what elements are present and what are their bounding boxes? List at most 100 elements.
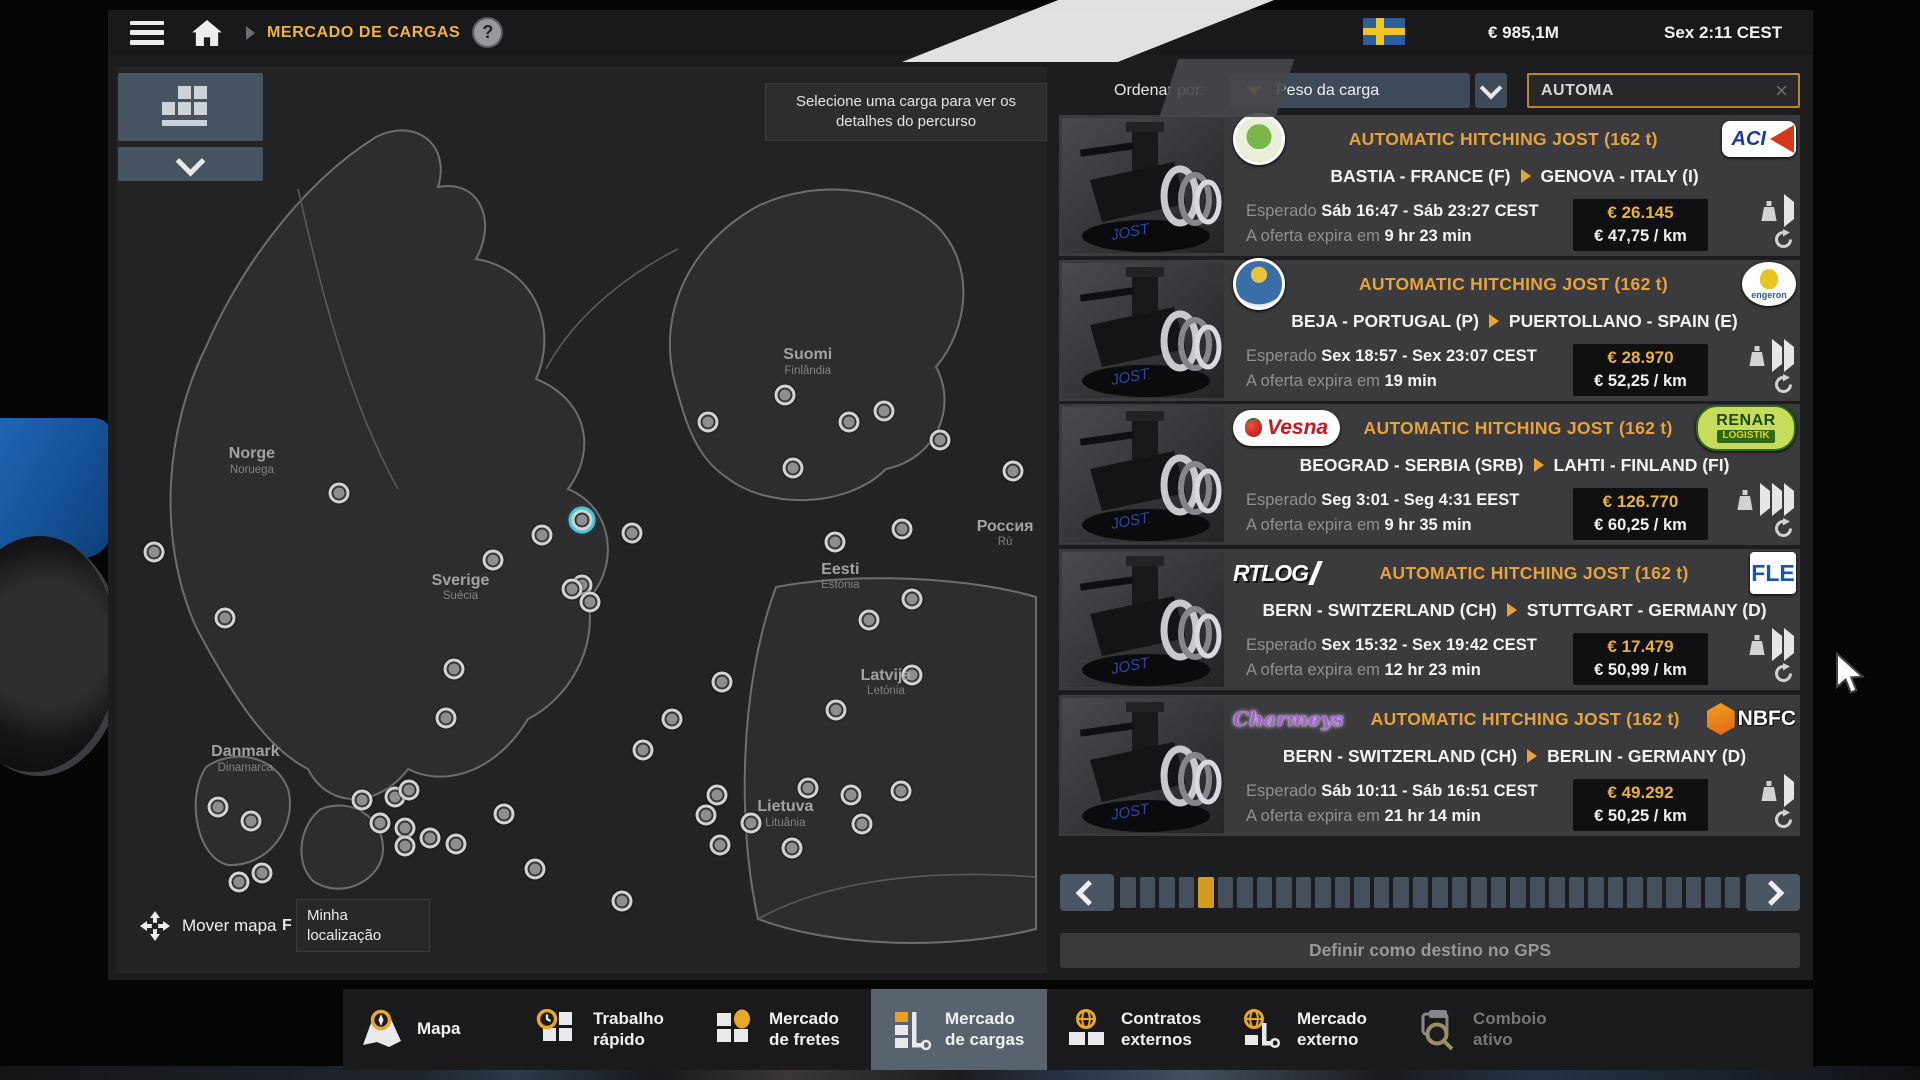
city-dot[interactable] <box>902 664 923 685</box>
page-tick[interactable] <box>1569 877 1585 908</box>
city-dot[interactable] <box>825 700 846 721</box>
page-tick[interactable] <box>1705 877 1721 908</box>
collapse-button[interactable] <box>118 147 263 181</box>
cargo-offer-row[interactable]: JOST Charmeys AUTOMATIC HITCHING JOST (1… <box>1059 695 1800 836</box>
page-tick[interactable] <box>1588 877 1604 908</box>
city-dot[interactable] <box>696 805 717 826</box>
city-dot[interactable] <box>214 607 235 628</box>
city-dot[interactable] <box>661 709 682 730</box>
page-tick[interactable] <box>1198 877 1214 908</box>
page-tick[interactable] <box>1608 877 1624 908</box>
page-tick[interactable] <box>1237 877 1253 908</box>
sort-expand-button[interactable] <box>1475 73 1507 108</box>
city-dot[interactable] <box>252 863 273 884</box>
city-dot[interactable] <box>399 779 420 800</box>
menu-icon[interactable] <box>130 21 164 45</box>
cargo-offer-row[interactable]: JOST AUTOMATIC HITCHING JOST (162 t) eng… <box>1059 260 1800 401</box>
map-area[interactable]: NorgeNoruega SverigeSuécia SuomiFinlândi… <box>116 67 1047 973</box>
city-dot[interactable] <box>902 588 923 609</box>
city-dot[interactable] <box>710 835 731 856</box>
page-tick[interactable] <box>1549 877 1565 908</box>
page-tick[interactable] <box>1491 877 1507 908</box>
nav-item-mercado-de-cargas[interactable]: Mercado de cargas <box>871 989 1047 1070</box>
city-dot[interactable] <box>445 834 466 855</box>
city-dot[interactable] <box>562 578 583 599</box>
city-dot[interactable] <box>351 789 372 810</box>
city-dot[interactable] <box>419 828 440 849</box>
city-dot[interactable] <box>929 430 950 451</box>
move-map-control[interactable]: Mover mapa <box>140 911 276 941</box>
city-dot[interactable] <box>782 458 803 479</box>
city-dot[interactable] <box>841 784 862 805</box>
city-dot[interactable] <box>228 872 249 893</box>
city-dot[interactable] <box>874 401 895 422</box>
city-dot[interactable] <box>632 740 653 761</box>
city-dot[interactable] <box>698 412 719 433</box>
prev-page-button[interactable] <box>1060 874 1114 911</box>
page-tick[interactable] <box>1120 877 1136 908</box>
page-tick[interactable] <box>1471 877 1487 908</box>
page-tick[interactable] <box>1179 877 1195 908</box>
help-icon[interactable]: ? <box>474 19 501 46</box>
city-dot[interactable] <box>740 812 761 833</box>
city-dot[interactable] <box>797 778 818 799</box>
set-gps-destination-button[interactable]: Definir como destino no GPS <box>1060 933 1800 968</box>
page-tick[interactable] <box>1647 877 1663 908</box>
nav-item-mercado-de-fretes[interactable]: Mercado de fretes <box>695 989 871 1070</box>
page-tick[interactable] <box>1140 877 1156 908</box>
nav-item-trabalho-rapido[interactable]: Trabalho rápido <box>519 989 695 1070</box>
city-dot[interactable] <box>621 522 642 543</box>
nav-item-mercado-externo[interactable]: Mercado externo <box>1223 989 1399 1070</box>
page-tick[interactable] <box>1393 877 1409 908</box>
page-tick[interactable] <box>1725 877 1741 908</box>
nav-item-comboio-ativo[interactable]: Comboio ativo <box>1399 989 1575 1070</box>
page-tick[interactable] <box>1335 877 1351 908</box>
city-dot[interactable] <box>443 658 464 679</box>
city-dot[interactable] <box>890 780 911 801</box>
page-tick[interactable] <box>1159 877 1175 908</box>
city-dot[interactable] <box>532 525 553 546</box>
city-dot[interactable] <box>1002 461 1023 482</box>
page-tick[interactable] <box>1257 877 1273 908</box>
city-dot[interactable] <box>435 707 456 728</box>
page-tick[interactable] <box>1218 877 1234 908</box>
page-tick[interactable] <box>1666 877 1682 908</box>
home-icon[interactable] <box>192 20 222 46</box>
city-dot[interactable] <box>891 519 912 540</box>
page-tick[interactable] <box>1452 877 1468 908</box>
city-dot[interactable] <box>712 672 733 693</box>
city-dot[interactable] <box>524 858 545 879</box>
city-dot[interactable] <box>144 541 165 562</box>
city-dot[interactable] <box>775 384 796 405</box>
city-dot[interactable] <box>612 890 633 911</box>
next-page-button[interactable] <box>1746 874 1800 911</box>
nav-item-mapa[interactable]: Mapa <box>343 989 519 1070</box>
page-tick[interactable] <box>1510 877 1526 908</box>
city-dot[interactable] <box>851 814 872 835</box>
page-tick[interactable] <box>1627 877 1643 908</box>
cargo-offer-row[interactable]: JOST AUTOMATIC HITCHING JOST (162 t) ACI… <box>1059 115 1800 256</box>
city-dot[interactable] <box>579 591 600 612</box>
city-dot[interactable] <box>240 810 261 831</box>
city-dot[interactable] <box>208 797 229 818</box>
my-location-label[interactable]: Minha localização <box>296 899 430 952</box>
city-dot[interactable] <box>494 804 515 825</box>
page-tick[interactable] <box>1315 877 1331 908</box>
city-dot[interactable] <box>483 549 504 570</box>
city-dot[interactable] <box>394 836 415 857</box>
page-tick[interactable] <box>1276 877 1292 908</box>
selected-city-dot[interactable] <box>571 510 592 531</box>
page-tick[interactable] <box>1686 877 1702 908</box>
clear-search-icon[interactable]: × <box>1775 80 1788 102</box>
city-dot[interactable] <box>781 837 802 858</box>
city-dot[interactable] <box>824 531 845 552</box>
page-tick[interactable] <box>1432 877 1448 908</box>
city-dot[interactable] <box>370 812 391 833</box>
page-tick[interactable] <box>1413 877 1429 908</box>
page-tick[interactable] <box>1374 877 1390 908</box>
cargo-offer-row[interactable]: JOST Vesna AUTOMATIC HITCHING JOST (162 … <box>1059 404 1800 545</box>
city-dot[interactable] <box>329 482 350 503</box>
page-tick[interactable] <box>1530 877 1546 908</box>
city-dot[interactable] <box>707 784 728 805</box>
trailer-view-button[interactable] <box>118 73 263 141</box>
